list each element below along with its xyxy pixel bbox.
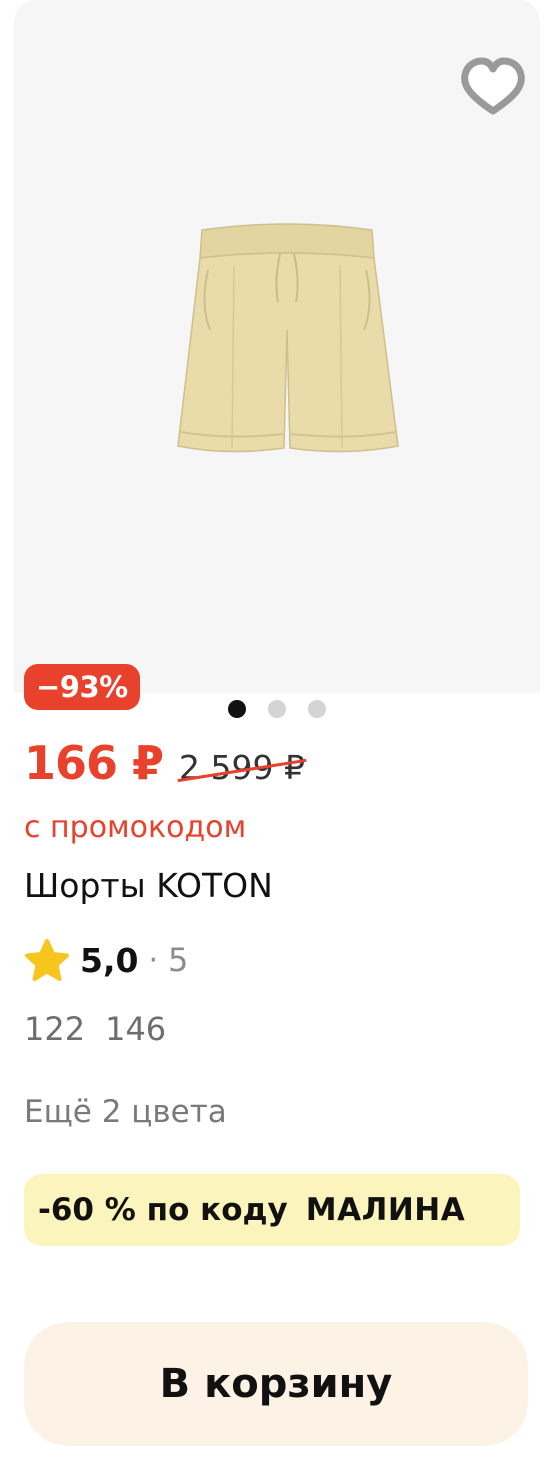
promo-text: -60 % по коду — [38, 1192, 288, 1228]
star-icon — [25, 939, 69, 981]
heart-icon — [461, 57, 525, 115]
rating-separator: · — [148, 942, 159, 978]
gallery-pagination[interactable] — [228, 699, 326, 719]
gallery-dot[interactable] — [308, 700, 326, 718]
current-price: 166 ₽ — [24, 736, 164, 790]
rating-value: 5,0 — [80, 940, 139, 980]
price-row: 166 ₽ 2 599 ₽ — [24, 736, 307, 790]
old-price: 2 599 ₽ — [177, 748, 307, 787]
rating[interactable]: 5,0 · 5 — [24, 938, 188, 982]
promo-note: с промокодом — [24, 810, 247, 845]
favorite-button[interactable] — [458, 54, 528, 120]
size-option: 122 — [24, 1010, 86, 1048]
old-price-value: 2 599 ₽ — [179, 748, 306, 787]
gallery-dot[interactable] — [268, 700, 286, 718]
promo-code-banner: -60 % по коду МАЛИНА — [24, 1174, 520, 1246]
available-sizes: 122 146 — [24, 1010, 166, 1048]
review-count: 5 — [168, 941, 189, 979]
size-option: 146 — [105, 1010, 167, 1048]
discount-badge: −93% — [24, 664, 140, 710]
add-to-cart-button[interactable]: В корзину — [24, 1322, 528, 1446]
promo-code: МАЛИНА — [305, 1192, 466, 1228]
product-card[interactable]: −93% 166 ₽ 2 599 ₽ с промокодом Шорты KO… — [0, 0, 555, 1458]
product-image[interactable] — [162, 210, 412, 470]
product-title[interactable]: Шорты KOTON — [24, 866, 273, 905]
gallery-dot[interactable] — [228, 700, 246, 718]
more-colors-link[interactable]: Ещё 2 цвета — [24, 1094, 227, 1130]
